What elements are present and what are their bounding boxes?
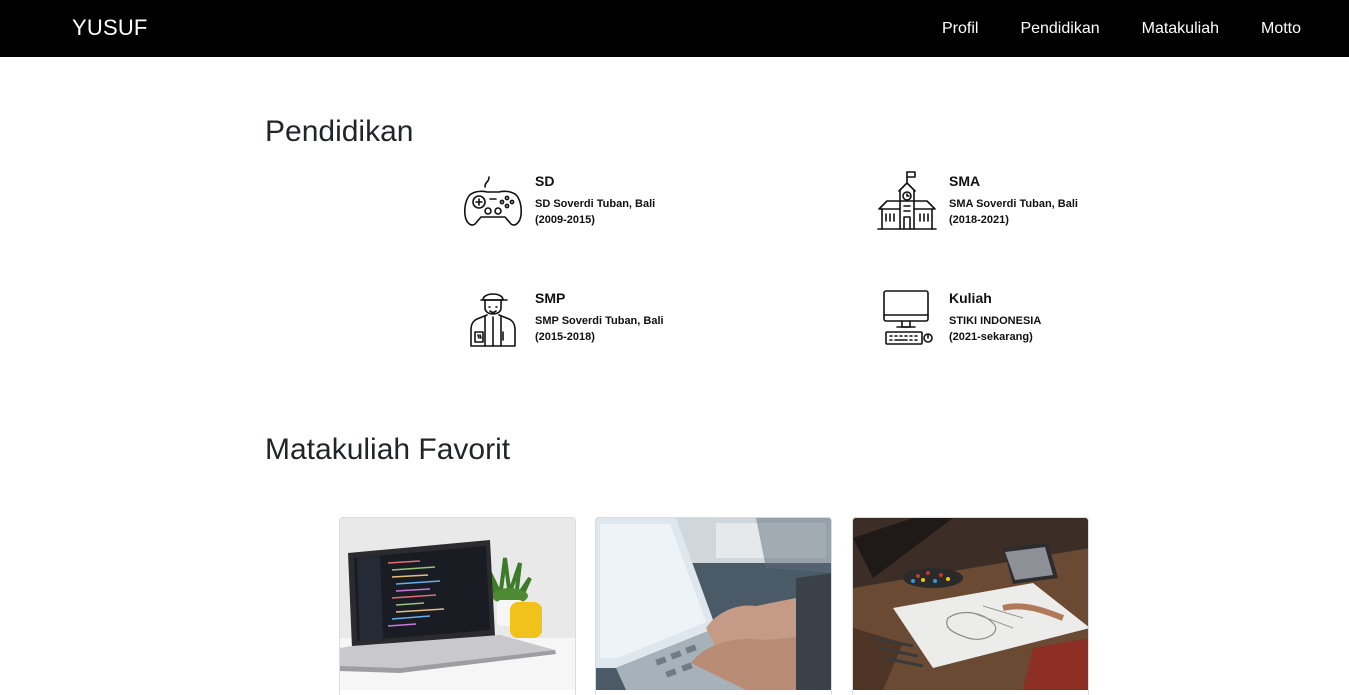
computer-icon — [877, 288, 937, 348]
edu-years-sma: (2018-2021) — [949, 214, 1009, 226]
laptop-code-photo — [340, 518, 575, 690]
edu-school-smp: SMP Soverdi Tuban, Bali — [535, 315, 664, 327]
edu-school-sma: SMA Soverdi Tuban, Bali — [949, 198, 1078, 210]
nav-link-pendidikan[interactable]: Pendidikan — [1020, 20, 1099, 38]
nav-link-motto[interactable]: Motto — [1261, 20, 1301, 38]
edu-name-kuliah: Kuliah — [949, 290, 992, 306]
course-card[interactable] — [595, 517, 832, 695]
course-card[interactable] — [339, 517, 576, 695]
edu-name-sd: SD — [535, 173, 555, 189]
nav-links: Profil Pendidikan Matakuliah Motto — [900, 0, 1301, 57]
navbar: YUSUF Profil Pendidikan Matakuliah Motto — [0, 0, 1349, 57]
gamepad-icon — [463, 171, 523, 231]
edu-item-kuliah: Kuliah STIKI INDONESIA (2021-sekarang) — [877, 288, 1137, 358]
edu-years-sd: (2009-2015) — [535, 214, 595, 226]
nav-link-profil[interactable]: Profil — [942, 20, 978, 38]
edu-name-sma: SMA — [949, 173, 981, 189]
edu-item-sma: SMA SMA Soverdi Tuban, Bali (2018-2021) — [877, 171, 1137, 241]
edu-years-kuliah: (2021-sekarang) — [949, 331, 1033, 343]
edu-name-smp: SMP — [535, 290, 566, 306]
typing-hands-photo — [596, 518, 831, 690]
drawing-desk-photo — [853, 518, 1088, 690]
edu-item-sd: SD SD Soverdi Tuban, Bali (2009-2015) — [463, 171, 723, 241]
matakuliah-title: Matakuliah Favorit — [265, 433, 511, 466]
brand-logo[interactable]: YUSUF — [72, 15, 148, 41]
pendidikan-title: Pendidikan — [265, 115, 414, 148]
school-building-icon — [877, 171, 937, 231]
edu-school-sd: SD Soverdi Tuban, Bali — [535, 198, 656, 210]
course-card[interactable] — [852, 517, 1089, 695]
edu-item-smp: SMP SMP Soverdi Tuban, Bali (2015-2018) — [463, 288, 723, 358]
edu-years-smp: (2015-2018) — [535, 331, 595, 343]
nav-link-matakuliah[interactable]: Matakuliah — [1142, 20, 1219, 38]
student-icon — [463, 288, 523, 348]
edu-school-kuliah: STIKI INDONESIA — [949, 315, 1042, 327]
